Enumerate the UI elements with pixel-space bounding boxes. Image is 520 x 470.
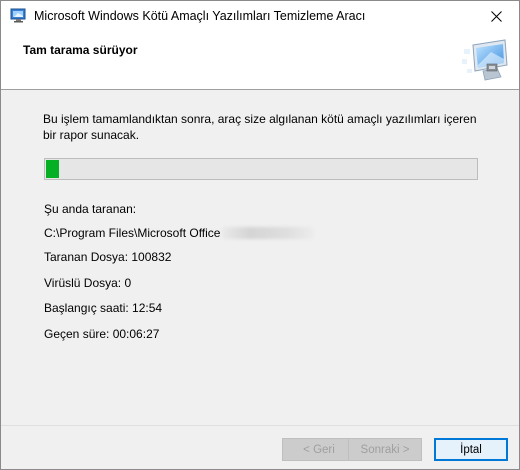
page-title: Tam tarama sürüyor [23,43,138,57]
blurred-path-segment [222,227,315,239]
close-icon [490,11,502,22]
current-scan-path: C:\Program Files\Microsoft Office [44,226,221,240]
footer-divider [1,425,519,426]
cancel-button[interactable]: İptal [434,438,508,461]
infected-files-count: Virüslü Dosya: 0 [44,276,132,290]
current-scan-label: Şu anda taranan: [44,202,137,216]
current-scan-path-row: C:\Program Files\Microsoft Office [44,226,315,240]
scanned-files-count: Taranan Dosya: 100832 [44,250,172,264]
app-icon [10,8,27,23]
tool-window: Microsoft Windows Kötü Amaçlı Yazılımlar… [0,0,520,470]
start-time: Başlangıç saati: 12:54 [44,301,163,315]
scan-progress-bar [44,158,478,180]
back-button[interactable]: < Geri [282,438,356,461]
next-button[interactable]: Sonraki > [348,438,422,461]
window-title: Microsoft Windows Kötü Amaçlı Yazılımlar… [34,9,366,23]
elapsed-time: Geçen süre: 00:06:27 [44,327,160,341]
description-text: Bu işlem tamamlandıktan sonra, araç size… [43,112,477,142]
scan-progress-fill [46,160,59,178]
monitor-scan-icon [461,37,511,83]
title-bar[interactable]: Microsoft Windows Kötü Amaçlı Yazılımlar… [1,1,519,32]
close-button[interactable] [473,1,519,32]
wizard-header: Tam tarama sürüyor [1,32,519,90]
